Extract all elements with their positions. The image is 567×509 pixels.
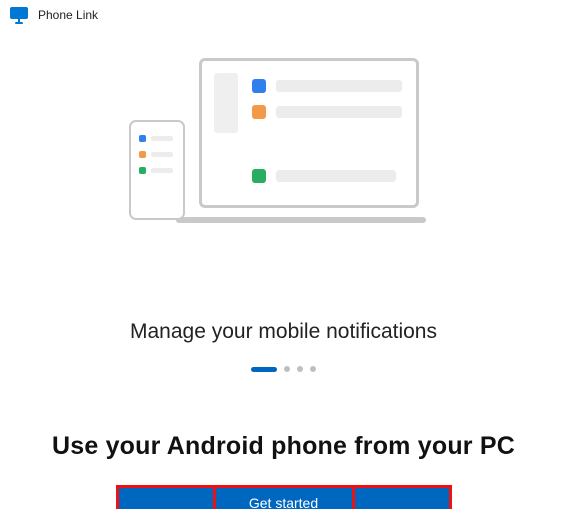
button-highlight: Get started — [116, 485, 452, 509]
pager-dot-2[interactable] — [284, 366, 290, 372]
onboarding-illustration — [0, 58, 567, 238]
pager-dot-4[interactable] — [310, 366, 316, 372]
app-title: Phone Link — [38, 8, 98, 22]
slide-caption: Manage your mobile notifications — [0, 320, 567, 344]
pager-dot-1[interactable] — [251, 367, 277, 372]
carousel-pager[interactable] — [0, 366, 567, 372]
pager-dot-3[interactable] — [297, 366, 303, 372]
get-started-label: Get started — [249, 495, 318, 509]
get-started-button[interactable]: Get started — [119, 488, 449, 509]
app-icon — [10, 6, 28, 24]
phone-graphic — [129, 120, 185, 220]
main-heading: Use your Android phone from your PC — [0, 432, 567, 461]
monitor-graphic — [199, 58, 419, 208]
titlebar: Phone Link — [0, 0, 567, 28]
